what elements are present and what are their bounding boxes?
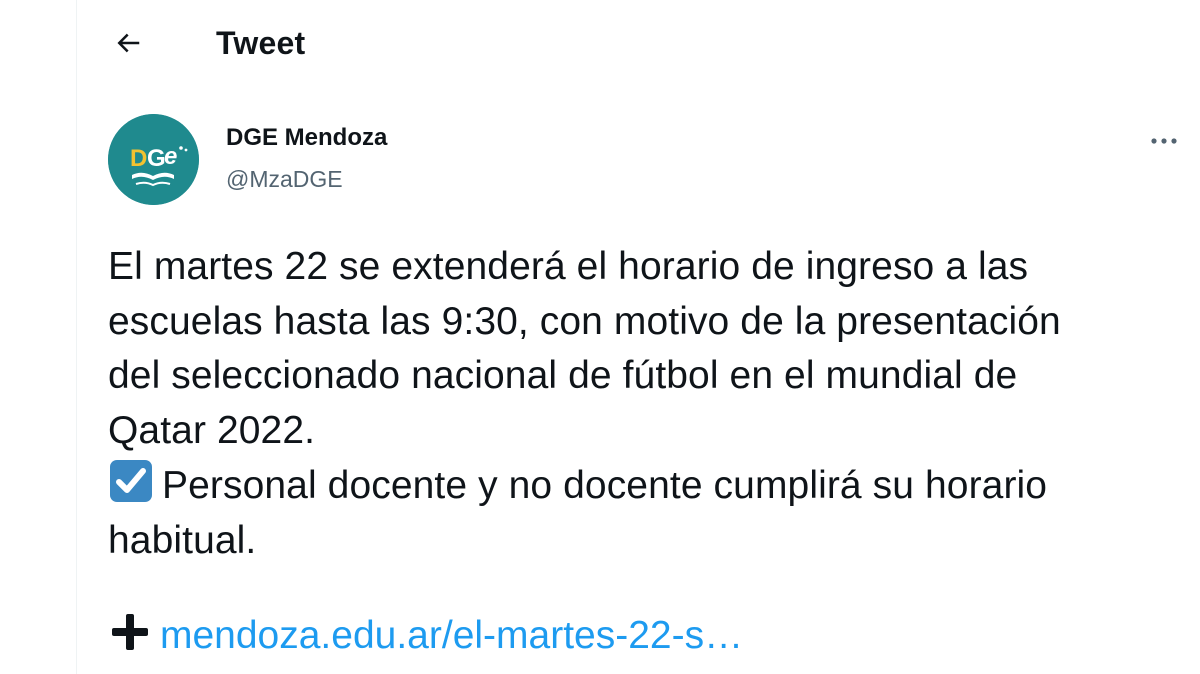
tweet-link-row: mendoza.edu.ar/el-martes-22-s… [108,609,743,663]
back-button[interactable] [100,15,156,71]
author-handle[interactable]: @MzaDGE [226,166,343,193]
svg-text:G: G [147,145,166,172]
tweet-bullet-line: Personal docente y no docente cumplirá s… [108,458,1188,514]
page-header: Tweet [96,0,1196,86]
plus-icon [112,614,148,650]
dge-logo-icon: D G e [108,114,199,205]
check-box-emoji-icon [110,460,152,502]
more-button[interactable] [1144,126,1184,156]
svg-text:D: D [130,145,147,172]
avatar[interactable]: D G e [108,114,199,205]
tweet-text-line: del seleccionado nacional de fútbol en e… [108,354,1018,397]
more-horizontal-icon [1151,138,1177,144]
tweet-text-line: El martes 22 se extenderá el horario de … [108,245,1029,288]
tweet-text-line: escuelas hasta las 9:30, con motivo de l… [108,299,1061,343]
svg-text:e: e [164,143,177,170]
tweet-text-line: Qatar 2022. [108,408,316,452]
tweet-text-line: habitual. [108,518,257,562]
tweet-text: El martes 22 se extenderá el horario de … [108,240,1188,568]
tweet-bullet-text: Personal docente y no docente cumplirá s… [162,464,1048,507]
author-name[interactable]: DGE Mendoza [226,124,387,152]
timeline-border [76,0,77,674]
arrow-left-icon [117,33,140,53]
tweet-link[interactable]: mendoza.edu.ar/el-martes-22-s… [160,614,743,657]
tweet-author: D G e DGE Mendoza @MzaDGE [108,114,1188,206]
page-title: Tweet [216,24,306,61]
